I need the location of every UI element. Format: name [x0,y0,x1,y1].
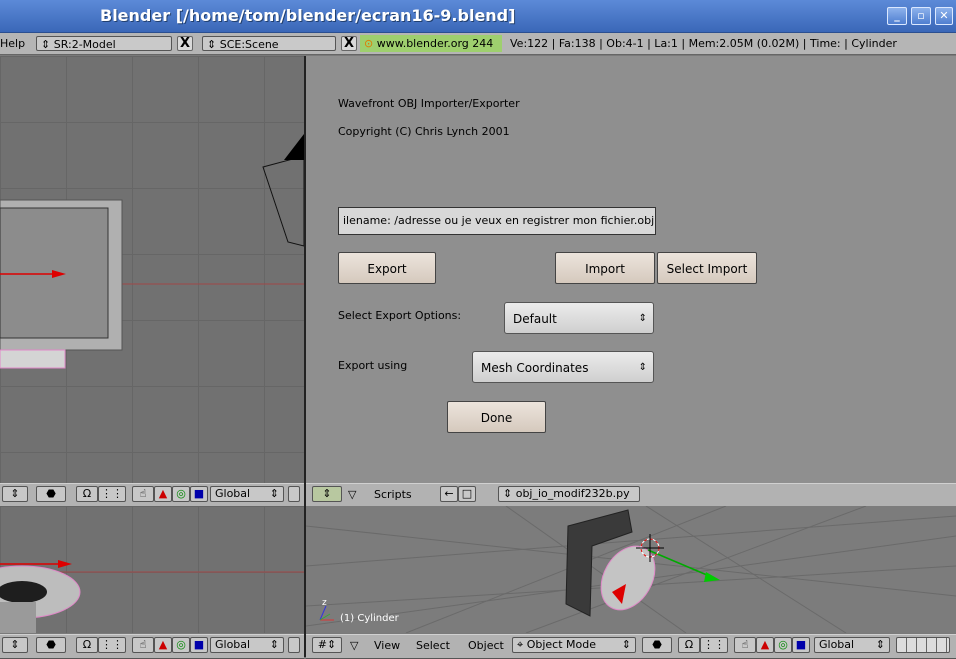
updown-icon: ⇕ [638,313,647,324]
hand-icon[interactable]: ☝ [132,486,154,502]
scripts-menu[interactable]: Scripts [374,488,412,501]
help-menu[interactable]: Help [0,37,25,50]
camera-triangle [284,134,304,160]
layer-buttons[interactable] [896,637,950,653]
object-mode-icon[interactable]: ⬣ [36,486,66,502]
filename-input[interactable]: ilename: /adresse ou je veux en registre… [338,207,656,235]
updown-icon: ⇕ [621,638,631,651]
info-header: Help ⇕ SR:2-Model X ⇕ SCE:Scene X ⊙ www.… [0,33,956,55]
axis-z-label: z [322,598,327,608]
window-title: Blender [/home/tom/blender/ecran16-9.ble… [100,6,516,25]
viewport-bottom-right[interactable]: z (1) Cylinder [306,506,956,633]
scale-icon[interactable]: ■ [190,486,208,502]
camera-wireframe [262,155,304,247]
draw-type-icon[interactable]: Ω [678,637,700,653]
viewport-bottom-left[interactable] [0,506,304,633]
select-menu[interactable]: Select [416,639,450,652]
hand-icon[interactable]: ☝ [132,637,154,653]
export-options-label: Select Export Options: [338,309,462,322]
updown-icon: ⇕ [638,362,647,373]
script-title: Wavefront OBJ Importer/Exporter [338,97,520,110]
orientation-select[interactable]: Global ⇕ [210,637,284,653]
translate-icon[interactable]: ▲ [154,637,172,653]
close-button[interactable]: ✕ [935,7,953,25]
viewport-scene-svg [306,506,956,633]
monitor-stand [0,349,66,369]
orientation-select[interactable]: Global ⇕ [814,637,890,653]
view3d-header-top-left: ⇕ ⬣ Ω ⋮⋮ ☝ ▲ ◎ ■ Global ⇕ [0,483,304,507]
scene-selector[interactable]: ⇕ SCE:Scene [202,36,336,51]
export-button[interactable]: Export [338,252,436,284]
object-mode-icon[interactable]: ⬣ [36,637,66,653]
view-menu[interactable]: View [374,639,400,652]
editor-type-menu[interactable]: ⇕ [2,486,28,502]
updown-icon: ⇕ [875,638,885,651]
export-using-label: Export using [338,359,408,372]
rotate-icon[interactable]: ◎ [172,486,190,502]
close-screen-button[interactable]: X [177,36,193,51]
rotate-icon[interactable]: ◎ [774,637,792,653]
viewport-scene-svg [0,560,304,633]
collapse-triangle-icon[interactable]: ▽ [348,488,356,501]
object-menu[interactable]: Object [468,639,504,652]
script-header: ⇕ ▽ Scripts ← □ ⇕ obj_io_modif232b.py [306,483,956,507]
updown-icon: ⇕ [269,638,279,651]
window-titlebar: Blender [/home/tom/blender/ecran16-9.ble… [0,0,956,33]
viewport-scene-svg [0,134,304,369]
maximize-button[interactable]: ▫ [911,7,931,25]
export-using-select[interactable]: Mesh Coordinates ⇕ [472,351,654,383]
updown-icon: ⇕ [503,487,516,500]
shading-icon[interactable]: ⋮⋮ [98,486,126,502]
blender-logo-icon: ⊙ [364,37,374,50]
select-import-button[interactable]: Select Import [657,252,757,284]
viewport-top-left[interactable] [0,56,304,483]
layer-button[interactable] [288,637,300,653]
updown-icon: ⇕ [269,487,279,500]
grid-editor-icon[interactable]: #⇕ [312,637,342,653]
cylinder-side [0,602,36,633]
collapse-triangle-icon[interactable]: ▽ [350,639,358,652]
shading-icon[interactable]: ⋮⋮ [700,637,728,653]
import-button[interactable]: Import [555,252,655,284]
scale-icon[interactable]: ■ [190,637,208,653]
active-object-label: (1) Cylinder [340,613,399,624]
orientation-select[interactable]: Global ⇕ [210,486,284,502]
updown-icon: ⇕ [207,38,220,51]
draw-type-icon[interactable]: Ω [76,486,98,502]
done-button[interactable]: Done [447,401,546,433]
editor-type-menu[interactable]: ⇕ [312,486,342,502]
left-arrow-icon[interactable]: ← [440,486,458,502]
script-name-select[interactable]: ⇕ obj_io_modif232b.py [498,486,640,502]
editor-type-menu[interactable]: ⇕ [2,637,28,653]
view3d-header-bottom-left: ⇕ ⬣ Ω ⋮⋮ ☝ ▲ ◎ ■ Global ⇕ [0,634,304,659]
rotate-icon[interactable]: ◎ [172,637,190,653]
layer-button[interactable] [288,486,300,502]
updown-icon: ⇕ [41,38,54,51]
scale-icon[interactable]: ■ [792,637,810,653]
shading-icon[interactable]: ⋮⋮ [98,637,126,653]
red-arrow-head [58,560,72,568]
pivot-icon[interactable]: ⬣ [642,637,672,653]
minimize-button[interactable]: _ [887,7,907,25]
scene-stats: Ve:122 | Fa:138 | Ob:4-1 | La:1 | Mem:2.… [510,37,897,50]
view3d-header-bottom-right: #⇕ ▽ View Select Object ⌖ Object Mode ⇕ ⬣… [306,634,956,659]
close-scene-button[interactable]: X [341,36,357,51]
fullscreen-icon[interactable]: □ [458,486,476,502]
translate-icon[interactable]: ▲ [154,486,172,502]
hand-icon[interactable]: ☝ [734,637,756,653]
export-options-select[interactable]: Default ⇕ [504,302,654,334]
website-link[interactable]: ⊙ www.blender.org 244 [360,35,502,52]
script-copyright: Copyright (C) Chris Lynch 2001 [338,125,510,138]
object-mode-icon: ⌖ [517,638,527,651]
mode-select[interactable]: ⌖ Object Mode ⇕ [512,637,636,653]
screen-selector[interactable]: ⇕ SR:2-Model [36,36,172,51]
draw-type-icon[interactable]: Ω [76,637,98,653]
translate-icon[interactable]: ▲ [756,637,774,653]
